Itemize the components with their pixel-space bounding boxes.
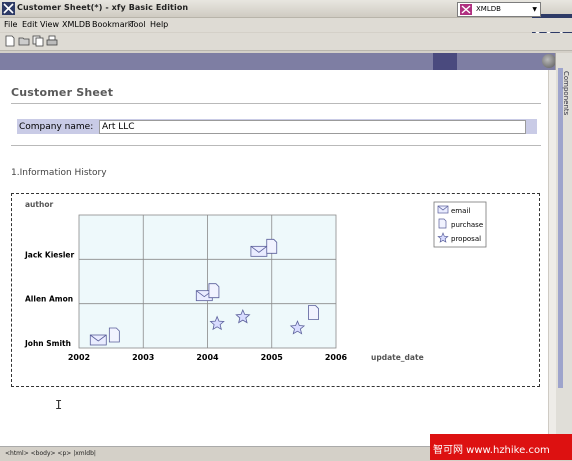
menu-bookmark[interactable]: Bookmark: [92, 20, 133, 29]
y-tick-label: Allen Amon: [25, 295, 73, 304]
print-icon[interactable]: [46, 35, 58, 47]
menu-bar: File Edit View XMLDB Bookmark Tool Help: [0, 18, 572, 32]
globe-icon[interactable]: [542, 54, 556, 68]
purchase-marker: [308, 305, 319, 320]
window-title: Customer Sheet(*) - xfy Basic Edition: [17, 3, 189, 12]
page-title: Customer Sheet: [11, 86, 114, 99]
company-name-value: Art LLC: [102, 122, 135, 132]
x-tick-label: 2004: [196, 353, 219, 362]
y-tick-label: John Smith: [24, 339, 71, 348]
chevron-down-icon[interactable]: ▼: [532, 6, 537, 13]
components-side-panel[interactable]: Components: [555, 53, 572, 446]
x-axis-label: update_date: [371, 353, 424, 362]
divider: [11, 103, 541, 104]
divider: [11, 145, 541, 146]
menu-tool[interactable]: Tool: [130, 20, 146, 29]
x-tick-label: 2002: [68, 353, 90, 362]
element-path: <html> <body> <p> |xmldb|: [5, 450, 96, 457]
menu-help[interactable]: Help: [150, 20, 168, 29]
section-title: 1.Information History: [11, 168, 107, 178]
new-doc-icon[interactable]: [4, 35, 16, 47]
watermark: 智可网 www.hzhike.com: [430, 434, 572, 460]
x-tick-label: 2003: [132, 353, 154, 362]
purchase-marker: [266, 238, 278, 254]
menu-xmldb[interactable]: XMLDB: [62, 20, 91, 29]
purchase-marker: [108, 327, 120, 343]
component-bar-highlight: [433, 53, 457, 70]
legend-purchase-icon: [438, 218, 447, 229]
component-bar: [0, 53, 555, 70]
legend-label: email: [451, 207, 470, 215]
y-axis-label: author: [25, 200, 53, 209]
side-panel-strip: [558, 68, 563, 388]
text-cursor-icon: I: [55, 398, 63, 412]
x-tick-label: 2005: [261, 353, 284, 362]
side-panel-label[interactable]: Components: [562, 71, 570, 115]
menu-edit[interactable]: Edit: [22, 20, 38, 29]
component-select-value: XMLDB: [476, 5, 501, 13]
legend-label: purchase: [451, 221, 483, 229]
information-history-chart: 2002 2003 2004 2005 2006 John Smith Allen Amon…: [11, 193, 540, 387]
company-label: Company name:: [19, 122, 94, 132]
legend-label: proposal: [451, 235, 481, 243]
menu-view[interactable]: View: [40, 20, 59, 29]
toolbar: [0, 33, 572, 51]
company-name-field[interactable]: Art LLC: [99, 120, 526, 134]
document-area[interactable]: Customer Sheet Company name: Art LLC 1.I…: [0, 70, 548, 446]
copy-icon[interactable]: [32, 35, 44, 47]
open-folder-icon[interactable]: [18, 35, 30, 47]
purchase-marker: [208, 283, 220, 299]
xmldb-icon: [460, 4, 472, 15]
xfy-logo-icon: [2, 2, 15, 15]
y-tick-label: Jack Kiesler: [24, 250, 74, 259]
menu-file[interactable]: File: [4, 20, 17, 29]
watermark-text: 智可网 www.hzhike.com: [433, 445, 550, 456]
vertical-scrollbar[interactable]: [548, 70, 556, 446]
component-select[interactable]: XMLDB ▼: [457, 2, 541, 17]
x-tick-label: 2006: [325, 353, 348, 362]
chart-svg: 2002 2003 2004 2005 2006 John Smith Allen Amon…: [24, 200, 487, 362]
